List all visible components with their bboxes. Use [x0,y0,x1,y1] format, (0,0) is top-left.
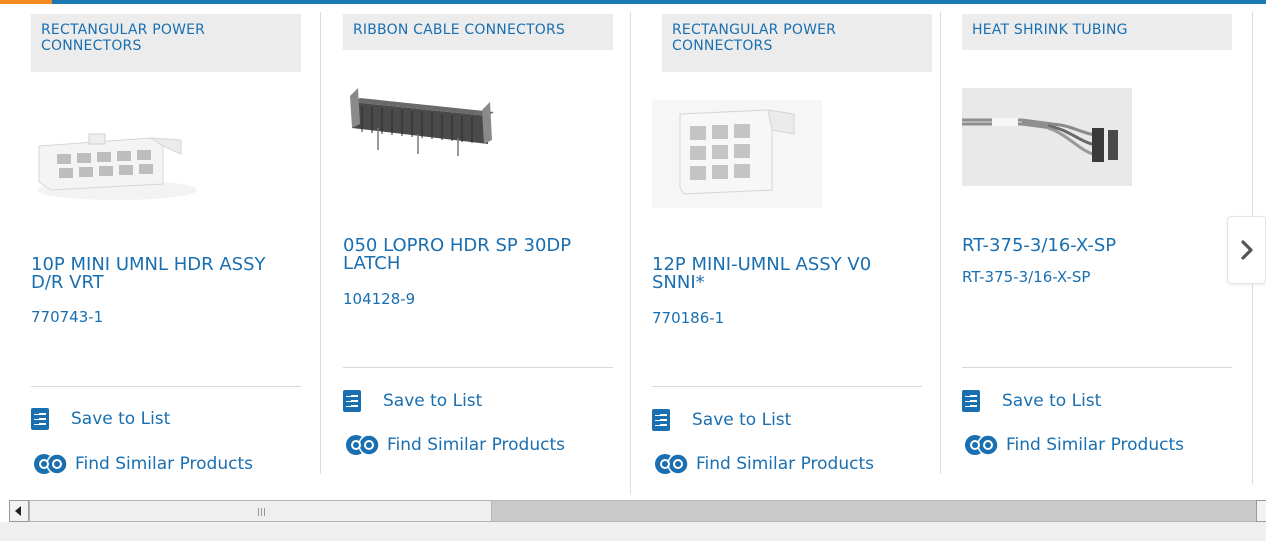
find-similar-label: Find Similar Products [75,454,253,474]
product-title[interactable]: 050 LOPRO HDR SP 30DP LATCH [343,237,613,273]
scrollbar-grip [258,508,265,516]
product-card: RIBBON CABLE CONNECTORS 050 LOPRO HDR SP… [320,4,630,494]
part-number[interactable]: 770186-1 [652,309,724,327]
category-label[interactable]: HEAT SHRINK TUBING [962,14,1232,50]
find-similar-label: Find Similar Products [696,454,874,474]
carousel-next-button[interactable] [1227,216,1266,284]
similar-products-icon [34,453,68,475]
category-label[interactable]: RIBBON CABLE CONNECTORS [343,14,613,50]
checklist-icon [31,408,49,430]
card-separator [962,367,1232,368]
product-image[interactable] [962,88,1132,186]
scroll-right-button[interactable] [1256,500,1266,522]
card-separator [652,386,922,387]
product-card: RECTANGULAR POWER CONNECTORS 10P MINI UM… [0,4,310,494]
product-card: RECTANGULAR POWER CONNECTORS 12P MINI-UM… [631,4,941,494]
product-title[interactable]: 10P MINI UMNL HDR ASSY D/R VRT [31,256,301,292]
save-to-list-label: Save to List [383,391,483,411]
product-title[interactable]: RT-375-3/16-X-SP [962,237,1232,255]
card-separator [31,386,301,387]
bottom-area [0,522,1266,541]
part-number[interactable]: RT-375-3/16-X-SP [962,268,1090,286]
save-to-list-button[interactable]: Save to List [652,409,791,431]
scrollbar-thumb[interactable] [29,500,492,522]
checklist-icon [962,390,980,412]
product-image[interactable] [31,124,203,204]
part-number[interactable]: 770743-1 [31,308,103,326]
find-similar-button[interactable]: Find Similar Products [652,452,874,476]
horizontal-scrollbar[interactable] [9,500,1266,522]
checklist-icon [652,409,670,431]
find-similar-button[interactable]: Find Similar Products [962,433,1184,457]
part-number[interactable]: 104128-9 [343,290,415,308]
chevron-right-icon [1240,240,1253,260]
find-similar-button[interactable]: Find Similar Products [343,433,565,457]
arrow-left-icon [15,506,21,516]
find-similar-button[interactable]: Find Similar Products [31,452,253,476]
save-to-list-label: Save to List [71,409,171,429]
product-card: HEAT SHRINK TUBING RT-375-3/16-X-SP RT-3… [941,4,1251,494]
similar-products-icon [346,434,380,456]
scroll-left-button[interactable] [9,500,29,522]
product-image[interactable] [348,88,500,158]
find-similar-label: Find Similar Products [1006,435,1184,455]
save-to-list-button[interactable]: Save to List [962,390,1101,412]
find-similar-label: Find Similar Products [387,435,565,455]
similar-products-icon [655,453,689,475]
save-to-list-label: Save to List [692,410,792,430]
product-image[interactable] [652,100,822,208]
checklist-icon [343,390,361,412]
similar-products-icon [965,434,999,456]
product-title[interactable]: 12P MINI-UMNL ASSY V0 SNNI* [652,256,922,292]
card-separator [343,367,613,368]
save-to-list-button[interactable]: Save to List [31,408,170,430]
category-label[interactable]: RECTANGULAR POWER CONNECTORS [662,14,932,72]
save-to-list-label: Save to List [1002,391,1102,411]
save-to-list-button[interactable]: Save to List [343,390,482,412]
category-label[interactable]: RECTANGULAR POWER CONNECTORS [31,14,301,72]
product-carousel: RECTANGULAR POWER CONNECTORS 10P MINI UM… [0,4,1266,494]
